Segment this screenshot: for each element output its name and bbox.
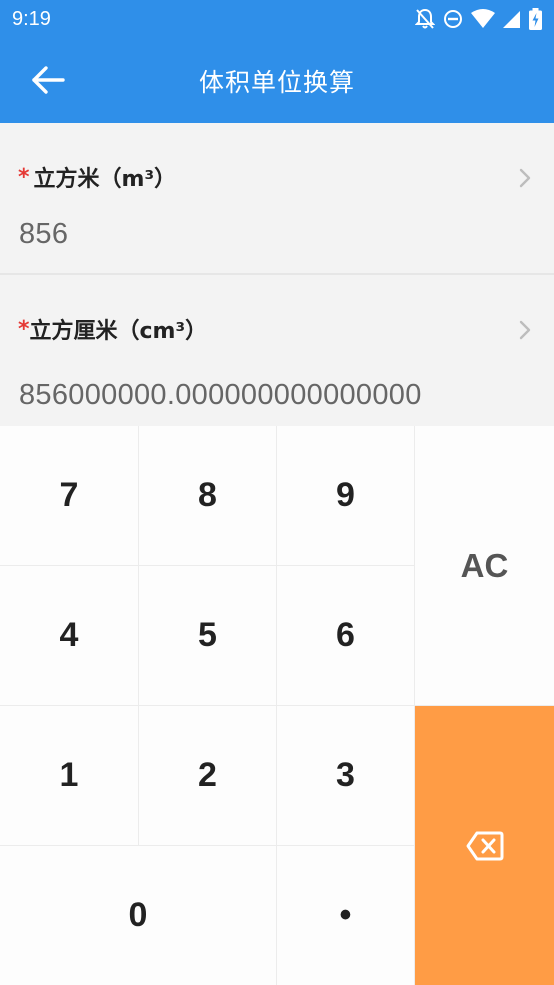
unit-label: * 立方米（m³） (18, 161, 176, 193)
clear-button[interactable]: AC (415, 426, 554, 706)
unit-value-input[interactable]: 856000000.000000000000000 (19, 379, 422, 412)
unit-list: * 立方米（m³） 856 * 立方厘米（cm³） 856000000.0000… (0, 123, 554, 425)
key-7[interactable]: 7 (0, 426, 139, 566)
key-2[interactable]: 2 (139, 706, 277, 846)
backspace-button[interactable] (415, 706, 554, 985)
status-icons (415, 8, 542, 30)
status-time: 9:19 (12, 7, 51, 30)
bell-off-icon (415, 8, 435, 30)
unit-name: 立方厘米（cm³） (29, 319, 208, 344)
key-4[interactable]: 4 (0, 566, 139, 706)
unit-row-cubic-centimeter[interactable]: * 立方厘米（cm³） 856000000.000000000000000 (0, 275, 554, 425)
do-not-disturb-icon (443, 9, 463, 29)
backspace-icon (466, 831, 503, 860)
key-8[interactable]: 8 (139, 426, 277, 566)
page-title: 体积单位换算 (198, 67, 355, 97)
app-bar: 体积单位换算 (0, 38, 554, 123)
key-6[interactable]: 6 (277, 566, 415, 706)
required-star: * (18, 164, 30, 190)
key-3[interactable]: 3 (277, 706, 415, 846)
chevron-right-icon (519, 320, 531, 340)
battery-charging-icon (529, 8, 542, 30)
unit-row-cubic-meter[interactable]: * 立方米（m³） 856 (0, 123, 554, 275)
key-9[interactable]: 9 (277, 426, 415, 566)
wifi-icon (471, 9, 495, 29)
back-button[interactable] (24, 58, 72, 102)
screen: 9:19 体积单位换算 * 立方米（m³） 856 * 立方厘米（cm³） 85… (0, 0, 554, 985)
unit-name: 立方米（m³） (33, 167, 177, 192)
key-1[interactable]: 1 (0, 706, 139, 846)
unit-value-input[interactable]: 856 (19, 218, 68, 251)
key-decimal-point[interactable]: • (277, 846, 415, 985)
key-0[interactable]: 0 (0, 846, 277, 985)
unit-label: * 立方厘米（cm³） (18, 313, 207, 345)
chevron-right-icon (519, 168, 531, 188)
keypad: 7 8 9 4 5 6 1 2 3 0 • AC (0, 426, 554, 985)
arrow-left-icon (32, 66, 65, 94)
status-bar: 9:19 (0, 0, 554, 38)
signal-icon (503, 9, 521, 29)
required-star: * (18, 316, 30, 342)
key-5[interactable]: 5 (139, 566, 277, 706)
